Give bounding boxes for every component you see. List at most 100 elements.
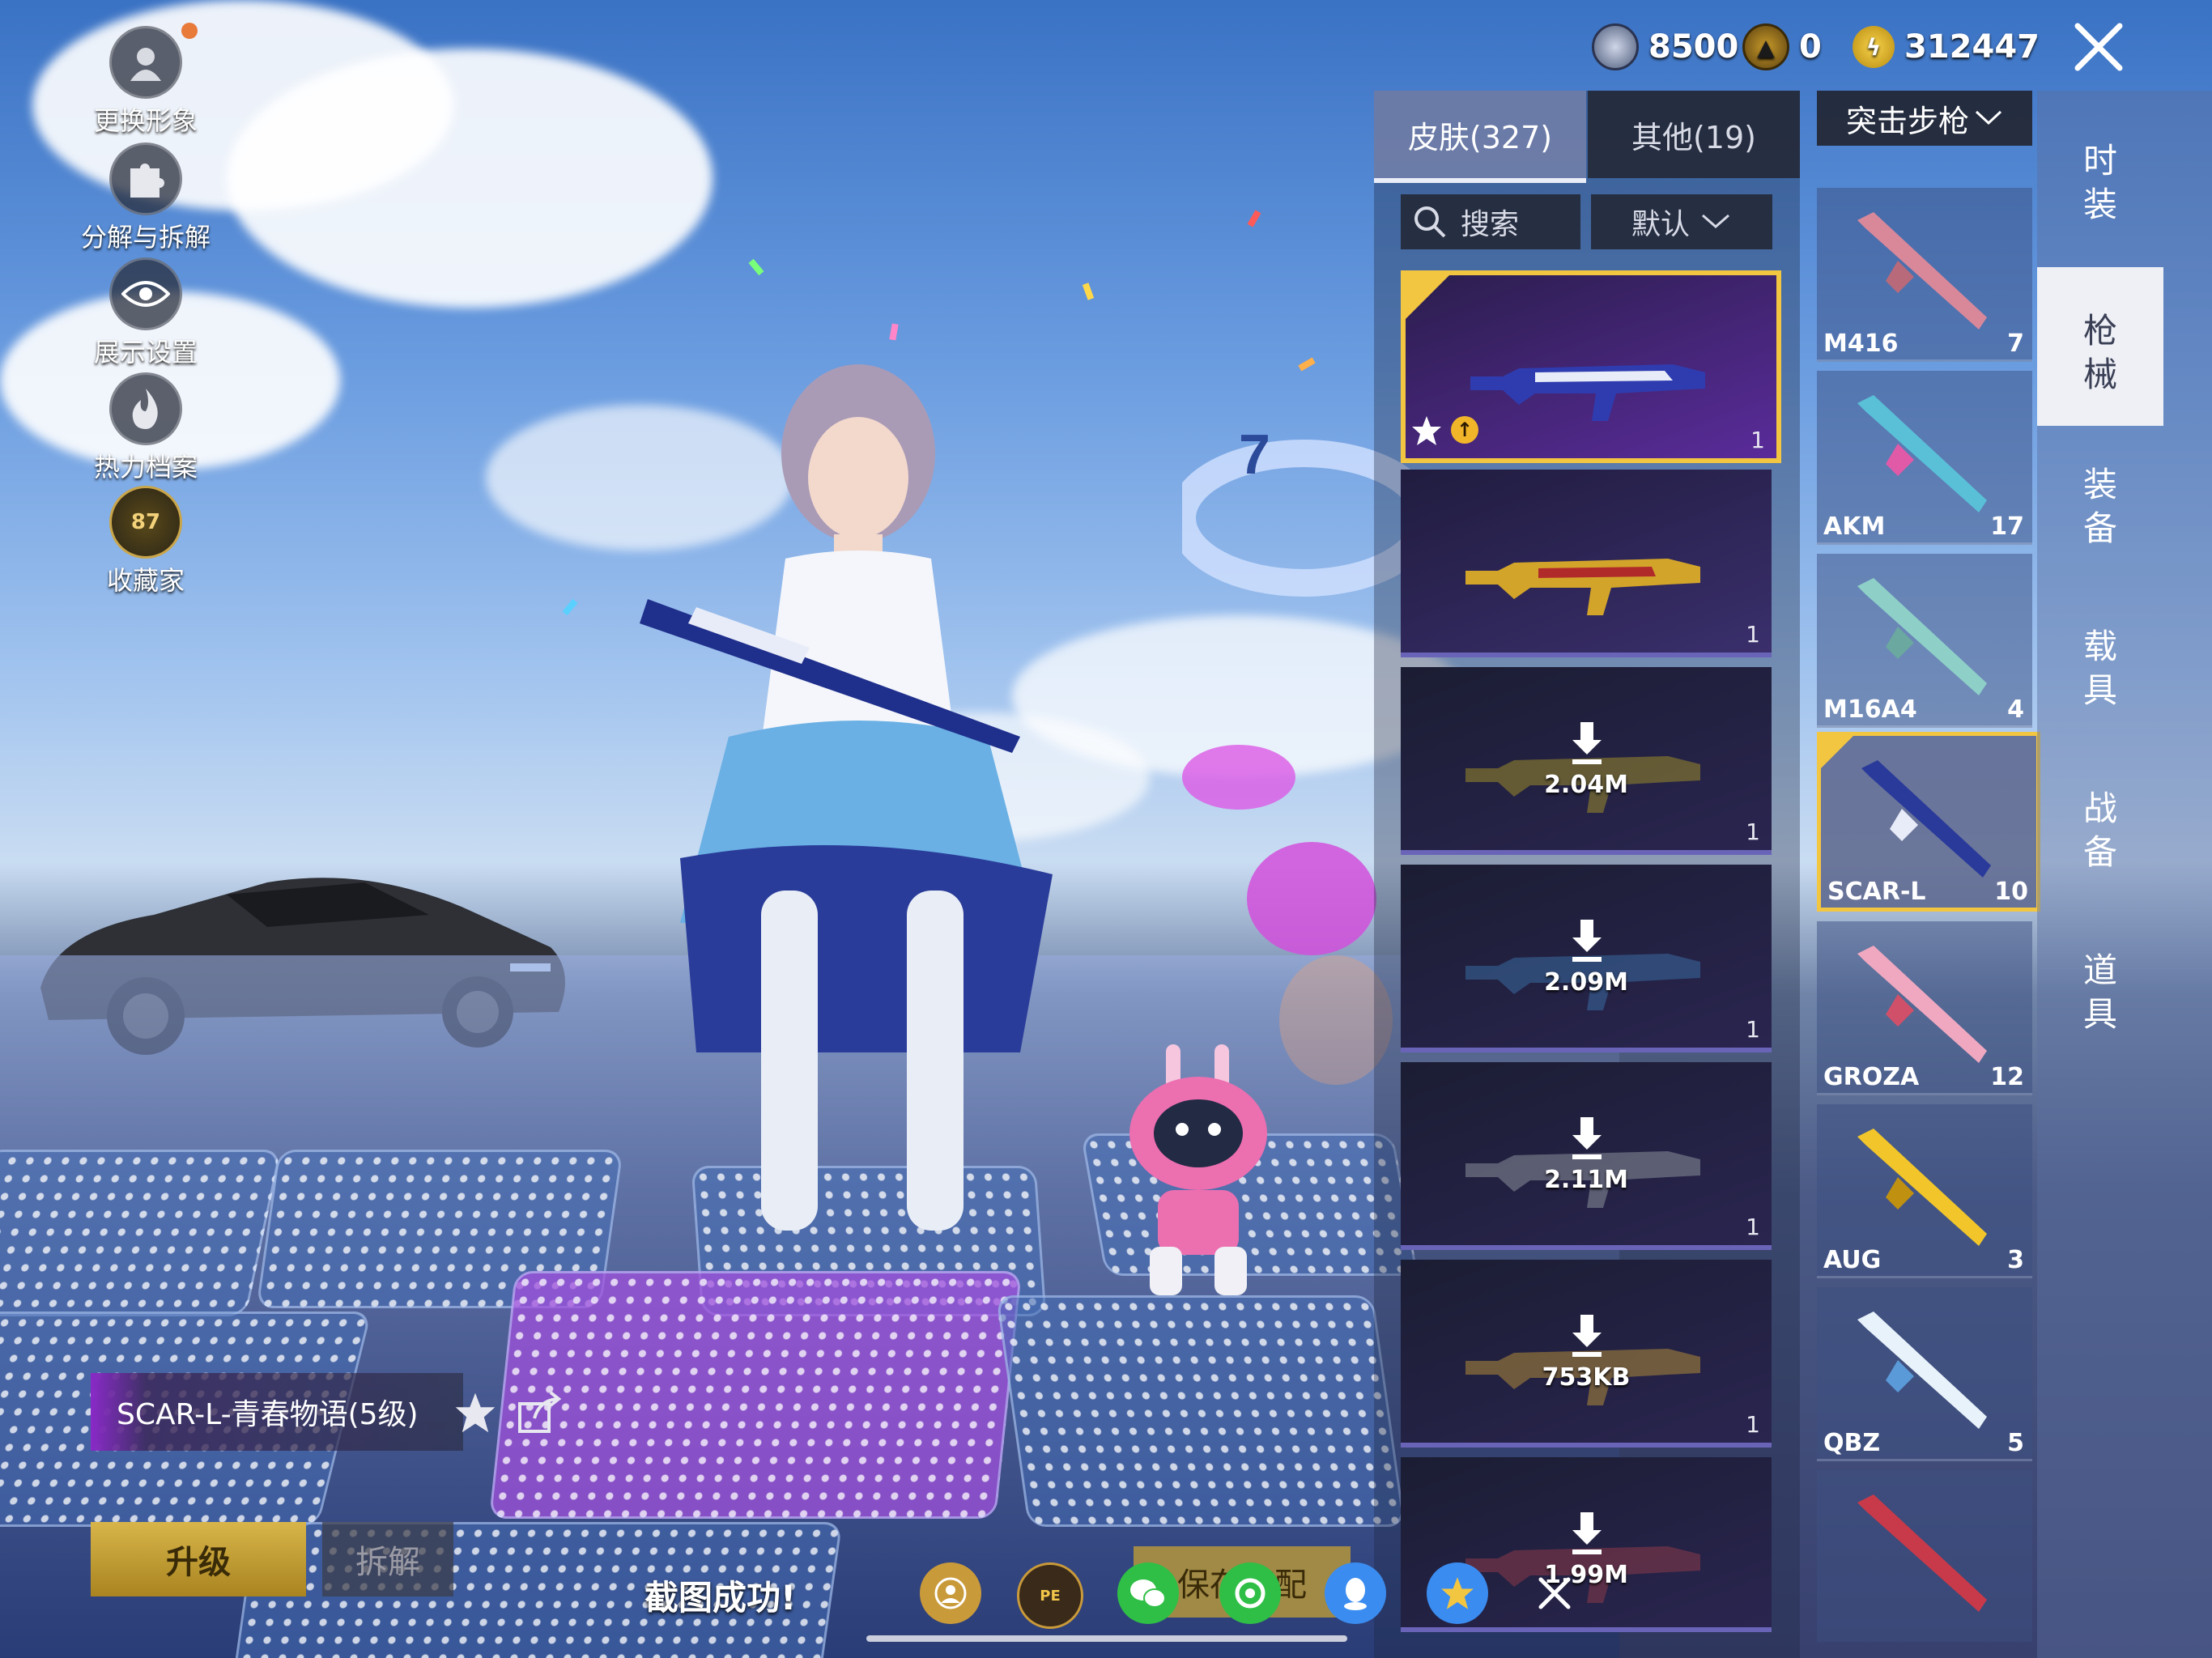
favorite-star-icon[interactable] bbox=[453, 1391, 497, 1435]
skin-card-4[interactable]: 2.09M 1 bbox=[1401, 865, 1772, 1052]
star-icon bbox=[1412, 416, 1441, 445]
skin-qty: 1 bbox=[1746, 818, 1760, 845]
gun-item-next[interactable] bbox=[1817, 1470, 2032, 1642]
game-logo-icon[interactable]: PE bbox=[1017, 1562, 1083, 1629]
flame-icon bbox=[109, 372, 182, 445]
tab-equipment-label: 装备 bbox=[2082, 465, 2117, 548]
puzzle-icon bbox=[109, 142, 182, 215]
gun-item-qbz[interactable]: QBZ 5 bbox=[1817, 1287, 2032, 1461]
character bbox=[640, 364, 1053, 1231]
weapon-name-bar: SCAR-L-青春物语(5级) bbox=[91, 1373, 463, 1451]
qq-icon[interactable] bbox=[1325, 1562, 1386, 1624]
qzone-icon[interactable] bbox=[1427, 1562, 1488, 1624]
avatar-icon bbox=[109, 26, 182, 99]
download-icon bbox=[1572, 1512, 1602, 1554]
sort-dropdown[interactable]: 默认 bbox=[1591, 194, 1772, 249]
tab-vehicles[interactable]: 载具 bbox=[2037, 625, 2163, 712]
tab-weapons[interactable]: 枪械 bbox=[2037, 267, 2163, 426]
groza-icon bbox=[1857, 946, 1987, 1063]
gun-name: AUG bbox=[1823, 1246, 1882, 1274]
gun-item-scar-l[interactable]: SCAR-L 10 bbox=[1817, 732, 2040, 912]
close-icon bbox=[1538, 1577, 1571, 1609]
search-placeholder: 搜索 bbox=[1461, 208, 1520, 241]
scar-l-icon bbox=[1861, 760, 1991, 878]
download-icon bbox=[1572, 1117, 1602, 1159]
gun-item-m416[interactable]: M416 7 bbox=[1817, 188, 2032, 362]
home-indicator bbox=[866, 1635, 1347, 1642]
tab-equipment[interactable]: 装备 bbox=[2037, 463, 2163, 551]
skin-card-2[interactable]: 1 bbox=[1401, 470, 1772, 657]
gun-item-groza[interactable]: GROZA 12 bbox=[1817, 921, 2032, 1095]
tab-others[interactable]: 其他(19) bbox=[1588, 91, 1800, 178]
skin-qty: 1 bbox=[1746, 621, 1760, 648]
gun-item-m16a4[interactable]: M16A4 4 bbox=[1817, 554, 2032, 728]
currency-silver[interactable]: 8500 bbox=[1592, 23, 1738, 71]
skin-card-5[interactable]: 2.11M 1 bbox=[1401, 1062, 1772, 1250]
profile-share-icon[interactable] bbox=[920, 1562, 981, 1624]
collector-button[interactable]: 87 收藏家 bbox=[73, 486, 219, 597]
gun-skin-icon bbox=[1465, 559, 1700, 615]
tab-props[interactable]: 道具 bbox=[2037, 949, 2163, 1036]
tab-war-gear-label: 战备 bbox=[2082, 789, 2117, 872]
close-icon bbox=[2074, 23, 2123, 71]
wechat-icon[interactable] bbox=[1117, 1562, 1179, 1624]
chevron-down-icon bbox=[1975, 110, 2002, 125]
share-icon[interactable] bbox=[517, 1391, 564, 1435]
skin-panel: 皮肤(327) 其他(19) 搜索 默认 ↑ 1 1 2.04M 1 2.09M… bbox=[1374, 91, 1800, 1658]
weapon-category-dropdown[interactable]: 突击步枪 bbox=[1817, 91, 2032, 146]
lightning-coin-icon: ϟ bbox=[1853, 26, 1895, 68]
download-icon bbox=[1572, 920, 1602, 962]
equipped-check-icon bbox=[1821, 736, 1853, 768]
tab-vehicles-label: 载具 bbox=[2082, 627, 2117, 710]
currency-lightning[interactable]: ϟ 312447 bbox=[1853, 23, 2040, 71]
close-button[interactable] bbox=[2069, 18, 2128, 76]
chevron-down-icon bbox=[1702, 214, 1729, 228]
currency-gold-value: 0 bbox=[1799, 28, 1822, 66]
right-category-tabs: 时装 枪械 装备 载具 战备 道具 bbox=[2037, 91, 2212, 1658]
skin-card-6[interactable]: 753KB 1 bbox=[1401, 1260, 1772, 1448]
screenshot-toast: 截图成功! bbox=[644, 1578, 797, 1618]
equipped-check-icon bbox=[1406, 275, 1449, 319]
tab-war-gear[interactable]: 战备 bbox=[2037, 787, 2163, 874]
skin-card-1[interactable]: ↑ 1 bbox=[1401, 270, 1781, 463]
currency-silver-value: 8500 bbox=[1648, 28, 1739, 66]
rifle-icon bbox=[1857, 1494, 1987, 1612]
gun-count: 10 bbox=[1994, 878, 2028, 906]
search-input[interactable]: 搜索 bbox=[1401, 194, 1580, 249]
weapon-category-label: 突击步枪 bbox=[1845, 103, 1969, 139]
heat-profile-button[interactable]: 热力档案 bbox=[73, 372, 219, 484]
akm-icon bbox=[1857, 395, 1987, 512]
collector-badge-icon: 87 bbox=[109, 486, 182, 559]
gold-token-icon: ▲ bbox=[1742, 23, 1789, 70]
moments-icon[interactable] bbox=[1219, 1562, 1281, 1624]
download-size: 753KB bbox=[1542, 1363, 1631, 1392]
upgrade-arrow-icon: ↑ bbox=[1451, 416, 1478, 444]
display-settings-button[interactable]: 展示设置 bbox=[73, 257, 219, 369]
dismantle-button[interactable]: 拆解 bbox=[322, 1522, 453, 1596]
gun-item-akm[interactable]: AKM 17 bbox=[1817, 371, 2032, 545]
gun-skin-icon bbox=[1470, 364, 1705, 421]
gun-count: 7 bbox=[2007, 329, 2024, 358]
upgrade-button[interactable]: 升级 bbox=[91, 1522, 306, 1596]
tab-fashion[interactable]: 时装 bbox=[2037, 139, 2163, 227]
collector-level: 87 bbox=[130, 510, 161, 534]
gun-name: QBZ bbox=[1823, 1429, 1881, 1457]
skin-qty: 1 bbox=[1746, 1016, 1760, 1043]
gun-count: 4 bbox=[2007, 695, 2024, 724]
collector-label: 收藏家 bbox=[106, 565, 185, 596]
decompose-label: 分解与拆解 bbox=[80, 222, 211, 253]
gun-item-aug[interactable]: AUG 3 bbox=[1817, 1104, 2032, 1278]
change-appearance-button[interactable]: 更换形象 bbox=[73, 26, 219, 138]
search-icon bbox=[1414, 206, 1446, 238]
decompose-button[interactable]: 分解与拆解 bbox=[73, 142, 219, 254]
skin-card-3[interactable]: 2.04M 1 bbox=[1401, 667, 1772, 855]
close-share-bar-button[interactable] bbox=[1524, 1562, 1585, 1624]
currency-lightning-value: 312447 bbox=[1904, 28, 2040, 66]
svg-text:7: 7 bbox=[1239, 423, 1270, 486]
tab-skins[interactable]: 皮肤(327) bbox=[1374, 91, 1586, 183]
gun-name: AKM bbox=[1823, 512, 1886, 541]
currency-gold[interactable]: ▲ 0 bbox=[1742, 23, 1822, 71]
sort-label: 默认 bbox=[1631, 208, 1690, 241]
tab-props-label: 道具 bbox=[2082, 950, 2117, 1034]
silver-coin-icon bbox=[1592, 23, 1639, 70]
